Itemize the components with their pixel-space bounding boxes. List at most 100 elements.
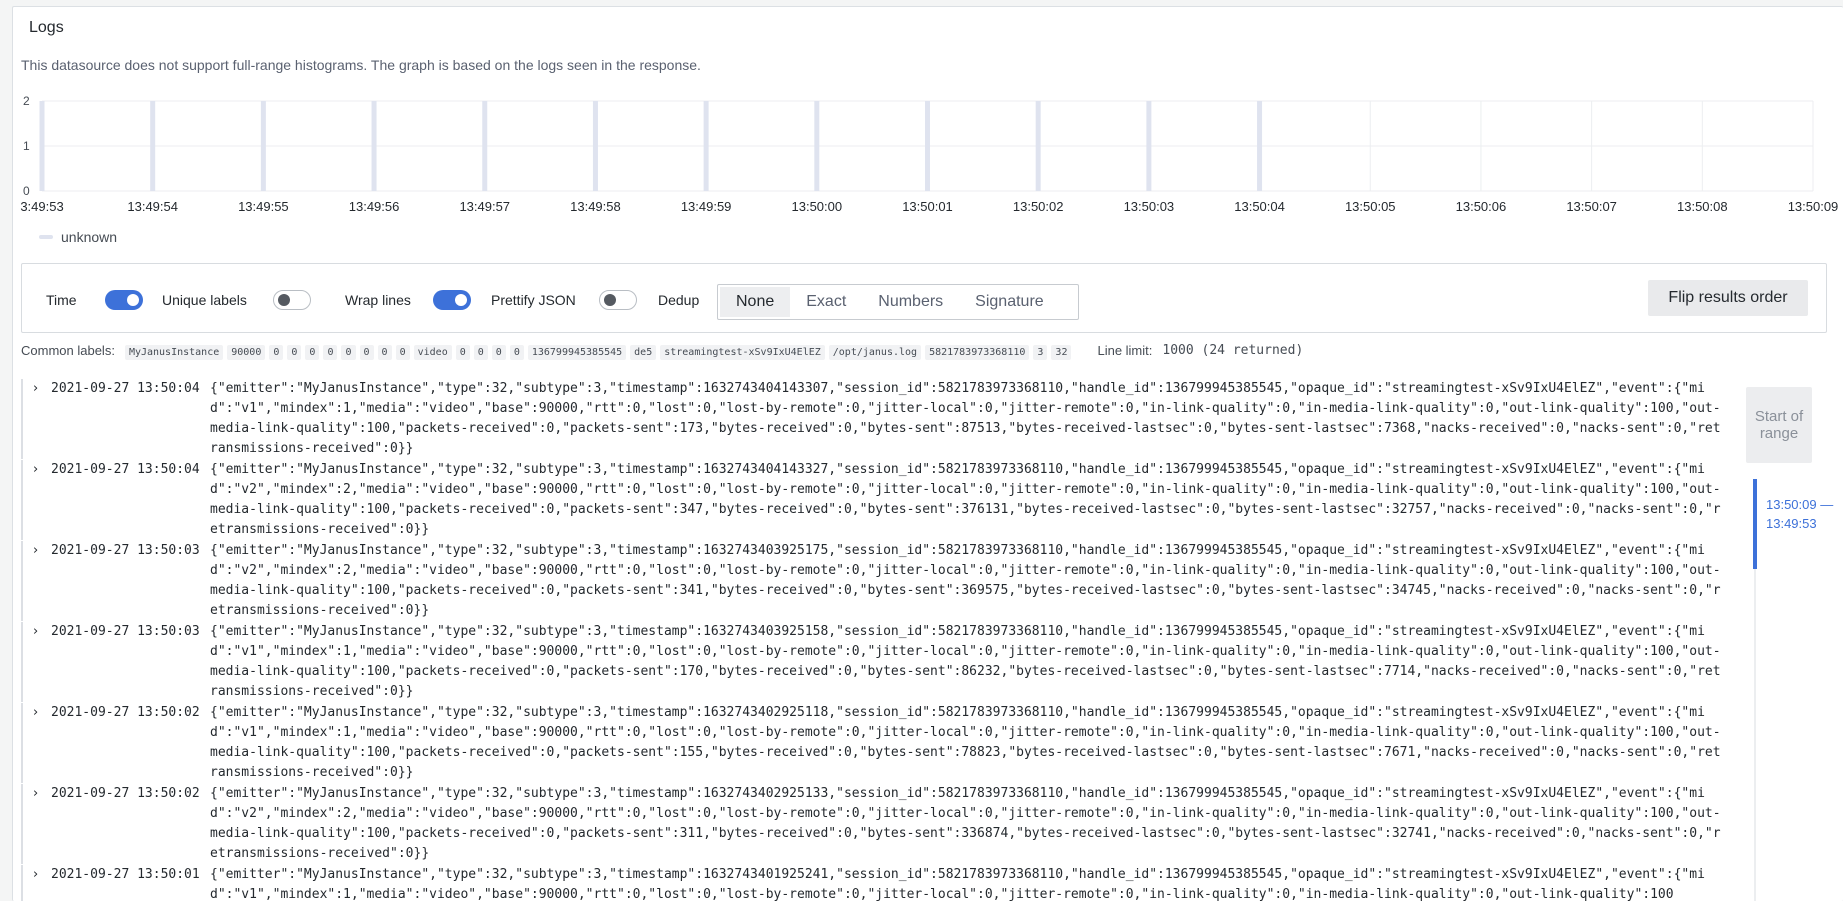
chart-bar[interactable] xyxy=(703,101,709,191)
log-row[interactable]: › 2021-09-27 13:50:04 {"emitter":"MyJanusI… xyxy=(21,460,1734,540)
x-tick-label: 13:50:08 xyxy=(1677,199,1728,214)
common-label-chip: video xyxy=(413,345,452,360)
wrap-lines-toggle[interactable] xyxy=(433,290,471,310)
dedup-option-numbers[interactable]: Numbers xyxy=(862,287,959,317)
log-timestamp: 2021-09-27 13:50:03 xyxy=(51,543,200,558)
log-timestamp: 2021-09-27 13:50:02 xyxy=(51,786,200,801)
log-row[interactable]: › 2021-09-27 13:50:01 {"emitter":"MyJanusI… xyxy=(21,865,1734,901)
log-row[interactable]: › 2021-09-27 13:50:02 {"emitter":"MyJanusI… xyxy=(21,703,1734,783)
common-label-chip: 0 xyxy=(395,345,410,360)
common-label-chip: MyJanusInstance xyxy=(124,345,224,360)
log-timestamp: 2021-09-27 13:50:04 xyxy=(51,381,200,396)
common-label-chip: 90000 xyxy=(227,345,266,360)
log-row[interactable]: › 2021-09-27 13:50:02 {"emitter":"MyJanusI… xyxy=(21,784,1734,864)
wrap-lines-label: Wrap lines xyxy=(345,292,411,308)
dedup-option-none[interactable]: None xyxy=(720,287,791,317)
y-tick-label: 1 xyxy=(23,139,30,153)
x-tick-label: 13:49:56 xyxy=(349,199,400,214)
time-toggle[interactable] xyxy=(105,290,143,310)
common-label-chip: 0 xyxy=(269,345,284,360)
log-rows: › 2021-09-27 13:50:04 {"emitter":"MyJanusI… xyxy=(21,379,1734,901)
log-row[interactable]: › 2021-09-27 13:50:03 {"emitter":"MyJanusI… xyxy=(21,541,1734,621)
chevron-right-icon[interactable]: › xyxy=(33,460,38,480)
log-row[interactable]: › 2021-09-27 13:50:03 {"emitter":"MyJanusI… xyxy=(21,622,1734,702)
logs-panel: Logs This datasource does not support fu… xyxy=(12,6,1843,901)
logs-navigation: Start of range 13:50:09 — 13:49:53 xyxy=(1742,379,1843,901)
start-of-range-button[interactable]: Start of range xyxy=(1746,387,1812,463)
chart-bar[interactable] xyxy=(482,101,488,191)
chart-bar[interactable] xyxy=(260,101,266,191)
x-tick-label: 13:49:58 xyxy=(570,199,621,214)
y-tick-label: 2 xyxy=(23,94,30,108)
chart-bar[interactable] xyxy=(371,101,377,191)
dedup-option-exact[interactable]: Exact xyxy=(790,287,862,317)
meta-row: Common labels: MyJanusInstance 90000 0 0 0 0 0… xyxy=(21,343,1304,360)
x-tick-label: 13:50:01 xyxy=(902,199,953,214)
log-row[interactable]: › 2021-09-27 13:50:04 {"emitter":"MyJanusI… xyxy=(21,379,1734,459)
x-tick-label: 13:50:06 xyxy=(1456,199,1507,214)
common-label-chip: 0 xyxy=(473,345,488,360)
common-label-chip: 0 xyxy=(377,345,392,360)
flip-results-order-button[interactable]: Flip results order xyxy=(1648,280,1808,316)
logs-volume-chart: 0 1 2 3:49:53 13:49:54 13:49:55 13:49:56 13:49:… xyxy=(13,85,1843,255)
chart-bar[interactable] xyxy=(1035,101,1041,191)
common-label-chip: 0 xyxy=(287,345,302,360)
common-label-chip: 3 xyxy=(1033,345,1048,360)
log-message: {"emitter":"MyJanusInstance","type":32,"… xyxy=(210,543,1721,618)
common-label-chip: de5 xyxy=(630,345,657,360)
chart-bar[interactable] xyxy=(592,101,598,191)
legend-swatch xyxy=(39,235,53,239)
common-label-chip: 32 xyxy=(1051,345,1072,360)
common-label-chip: 0 xyxy=(359,345,374,360)
toggle-knob xyxy=(278,294,290,306)
common-label-chip: /opt/janus.log xyxy=(828,345,922,360)
line-limit-value: 1000 (24 returned) xyxy=(1162,343,1304,358)
x-tick-label: 13:50:03 xyxy=(1124,199,1175,214)
common-label-chip: 0 xyxy=(455,345,470,360)
chevron-right-icon[interactable]: › xyxy=(33,703,38,723)
chevron-right-icon[interactable]: › xyxy=(33,622,38,642)
chart-bar[interactable] xyxy=(925,101,930,191)
chart-bar[interactable] xyxy=(1257,101,1263,191)
unique-labels-toggle[interactable] xyxy=(273,290,311,310)
common-label-chip: 0 xyxy=(323,345,338,360)
x-tick-label: 13:49:54 xyxy=(127,199,178,214)
common-label-chip: 0 xyxy=(305,345,320,360)
common-label-chip: 0 xyxy=(509,345,524,360)
common-labels-key: Common labels: xyxy=(21,343,115,358)
chart-bar[interactable] xyxy=(1146,101,1152,191)
x-tick-label: 13:50:02 xyxy=(1013,199,1064,214)
chart-legend[interactable]: unknown xyxy=(39,229,117,245)
common-label-chip: 5821783973368110 xyxy=(925,345,1030,360)
dedup-option-signature[interactable]: Signature xyxy=(959,287,1060,317)
chevron-right-icon[interactable]: › xyxy=(33,865,38,885)
log-message: {"emitter":"MyJanusInstance","type":32,"… xyxy=(210,786,1721,861)
x-tick-label: 3:49:53 xyxy=(20,199,63,214)
log-message: {"emitter":"MyJanusInstance","type":32,"… xyxy=(210,867,1705,901)
common-label-chip: 0 xyxy=(341,345,356,360)
chart-bar[interactable] xyxy=(39,101,45,191)
log-options-bar: Time Unique labels Wrap lines Prettify J… xyxy=(21,263,1827,333)
x-tick-label: 13:49:55 xyxy=(238,199,289,214)
legend-label: unknown xyxy=(61,229,118,245)
range-active-indicator xyxy=(1753,479,1757,569)
log-timestamp: 2021-09-27 13:50:04 xyxy=(51,462,200,477)
histogram-note: This datasource does not support full-ra… xyxy=(21,57,701,73)
chart-bar[interactable] xyxy=(814,101,820,191)
x-tick-label: 13:50:04 xyxy=(1234,199,1285,214)
dedup-label: Dedup xyxy=(658,292,700,308)
log-timestamp: 2021-09-27 13:50:03 xyxy=(51,624,200,639)
common-label-chip: 136799945385545 xyxy=(527,345,627,360)
x-tick-label: 13:49:57 xyxy=(459,199,510,214)
toggle-knob xyxy=(604,294,616,306)
current-range-label[interactable]: 13:50:09 — 13:49:53 xyxy=(1766,495,1836,533)
prettify-json-label: Prettify JSON xyxy=(491,292,576,308)
x-tick-label: 13:49:59 xyxy=(681,199,732,214)
chevron-right-icon[interactable]: › xyxy=(33,379,38,399)
y-tick-label: 0 xyxy=(23,184,30,198)
prettify-json-toggle[interactable] xyxy=(599,290,637,310)
chart-bar[interactable] xyxy=(150,101,156,191)
chevron-right-icon[interactable]: › xyxy=(33,541,38,561)
time-label: Time xyxy=(46,292,77,308)
chevron-right-icon[interactable]: › xyxy=(33,784,38,804)
